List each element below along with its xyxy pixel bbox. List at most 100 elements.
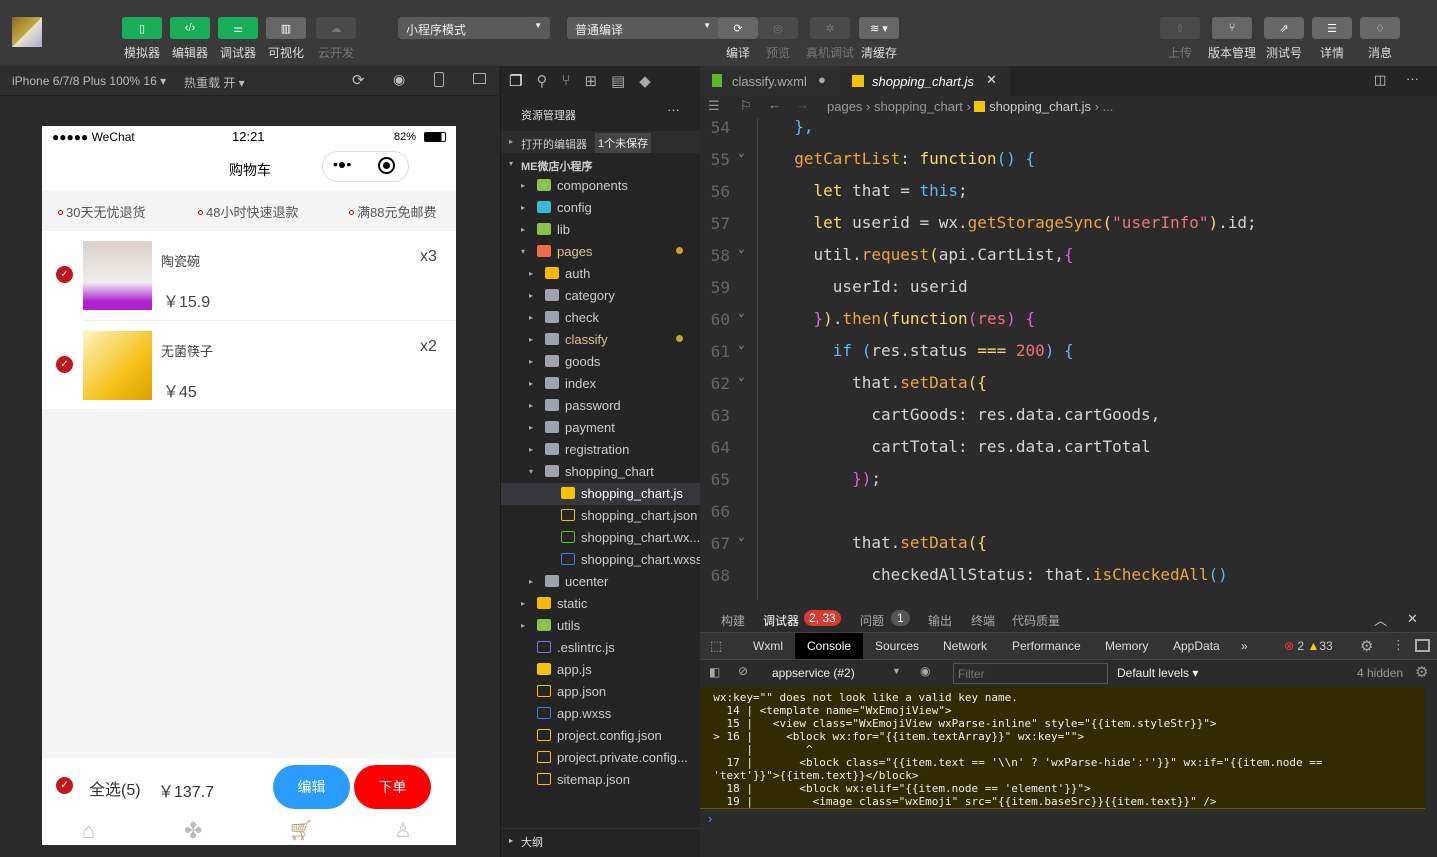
tree-item-pages[interactable]: ▾ pages: [501, 241, 701, 263]
devtools-tab[interactable]: Console: [795, 633, 864, 659]
消息-button[interactable]: ♢: [1360, 17, 1400, 39]
fold-chevron-icon[interactable]: ⌄: [738, 242, 745, 255]
fold-chevron-icon[interactable]: ⌄: [738, 146, 745, 159]
tree-item-shopping-chart-wx-[interactable]: shopping_chart.wx...: [501, 527, 701, 549]
levels-select[interactable]: Default levels ▾: [1117, 666, 1198, 680]
save-icon[interactable]: ▤: [611, 72, 625, 90]
capsule-menu[interactable]: •●•: [322, 151, 409, 182]
more-actions-icon[interactable]: ···: [667, 102, 680, 117]
forward-icon[interactable]: →: [796, 97, 809, 112]
上传-button[interactable]: ⇧: [1160, 17, 1200, 39]
bookmark-icon[interactable]: ⚐: [740, 98, 752, 114]
warning-count[interactable]: 33: [1319, 639, 1332, 653]
select-all-checkbox[interactable]: ✓: [56, 777, 73, 794]
devtools-tab[interactable]: »: [1241, 639, 1248, 653]
split-editor-icon[interactable]: ◫: [1374, 72, 1386, 88]
tree-item-classify[interactable]: ▸ classify: [501, 329, 701, 351]
panel-tab[interactable]: 输出: [928, 612, 952, 629]
测试号-button[interactable]: ⇗: [1264, 17, 1304, 39]
panel-tab[interactable]: 代码质量: [1012, 612, 1060, 629]
console-prompt[interactable]: ›: [708, 811, 712, 826]
tree-item-utils[interactable]: ▸ utils: [501, 615, 701, 637]
extensions-icon[interactable]: ⊞: [584, 72, 597, 90]
编译-button[interactable]: ⟳: [718, 17, 758, 39]
tree-item-app-wxss[interactable]: app.wxss: [501, 703, 701, 725]
tree-item-config[interactable]: ▸ config: [501, 197, 701, 219]
mode-select[interactable]: 小程序模式 ▼: [398, 17, 550, 39]
files-icon[interactable]: ❐: [509, 72, 522, 90]
fold-chevron-icon[interactable]: ⌄: [738, 370, 745, 383]
docker-icon[interactable]: ◆: [639, 72, 651, 90]
hot-reload-toggle[interactable]: 热重载 开 ▾: [184, 74, 245, 91]
code-area[interactable]: 54 }, 55 ⌄ getCartList: function() {56 let…: [700, 118, 1437, 600]
tree-item-shopping-chart-wxss[interactable]: shopping_chart.wxss: [501, 549, 701, 571]
project-root[interactable]: ▾ ME微店小程序: [501, 153, 701, 175]
outline-icon[interactable]: ☰: [708, 98, 720, 114]
devtools-tab[interactable]: Sources: [875, 639, 919, 653]
search-icon[interactable]: ⚲: [536, 72, 547, 90]
device-select[interactable]: iPhone 6/7/8 Plus 100% 16 ▾: [12, 74, 166, 88]
cart-item[interactable]: ✓ 无菌筷子 ￥45 x2: [42, 321, 456, 411]
crumb[interactable]: shopping_chart: [874, 99, 963, 114]
tree-item-check[interactable]: ▸ check: [501, 307, 701, 329]
tree-item-ucenter[interactable]: ▸ ucenter: [501, 571, 701, 593]
tree-item-payment[interactable]: ▸ payment: [501, 417, 701, 439]
device-icon[interactable]: [434, 72, 444, 87]
item-checkbox[interactable]: ✓: [56, 356, 73, 373]
maximize-panel-icon[interactable]: ︿: [1374, 610, 1387, 629]
close-panel-icon[interactable]: ✕: [1407, 611, 1418, 627]
home-tab-icon[interactable]: ⌂: [82, 818, 95, 844]
可视化-button[interactable]: ▥: [266, 17, 306, 39]
tree-item-auth[interactable]: ▸ auth: [501, 263, 701, 285]
settings-icon[interactable]: ⚙: [1360, 637, 1373, 655]
git-icon[interactable]: ⑂: [561, 72, 570, 90]
kebab-menu-icon[interactable]: ⋮: [1392, 637, 1405, 653]
more-icon[interactable]: •●•: [333, 156, 351, 172]
close-miniprogram-icon[interactable]: [378, 157, 395, 174]
tree-item-index[interactable]: ▸ index: [501, 373, 701, 395]
fold-chevron-icon[interactable]: ⌄: [738, 306, 745, 319]
clear-console-icon[interactable]: ⊘: [738, 664, 748, 678]
tree-item-sitemap-json[interactable]: sitemap.json: [501, 769, 701, 791]
error-count[interactable]: 2: [1297, 639, 1304, 653]
编辑器-button[interactable]: ‹/›: [170, 17, 210, 39]
compile-select[interactable]: 普通编译 ▼: [567, 17, 719, 39]
category-tab-icon[interactable]: ✤: [184, 818, 202, 844]
rotate-icon[interactable]: ⟳: [352, 71, 365, 89]
dock-icon[interactable]: [1415, 639, 1430, 652]
tree-item-registration[interactable]: ▸ registration: [501, 439, 701, 461]
devtools-tab[interactable]: Performance: [1012, 639, 1081, 653]
cart-tab-icon[interactable]: 🛒︎: [288, 818, 313, 843]
panel-tab[interactable]: 终端: [971, 612, 995, 629]
tree-item-shopping-chart-json[interactable]: shopping_chart.json: [501, 505, 701, 527]
tab-shopping-chart-js[interactable]: shopping_chart.js ✕: [840, 66, 1010, 96]
panel-tab[interactable]: 问题: [860, 612, 884, 629]
清缓存-button[interactable]: ≋ ▾: [859, 17, 899, 39]
project-avatar[interactable]: [12, 17, 42, 47]
真机调试-button[interactable]: ✲: [810, 17, 850, 39]
tree-item-app-json[interactable]: app.json: [501, 681, 701, 703]
order-button[interactable]: 下单: [354, 765, 431, 809]
devtools-tab[interactable]: Network: [943, 639, 987, 653]
tree-item-static[interactable]: ▸ static: [501, 593, 701, 615]
云开发-button[interactable]: ☁: [316, 17, 356, 39]
crumb[interactable]: shopping_chart.js: [989, 99, 1091, 114]
tree-item-lib[interactable]: ▸ lib: [501, 219, 701, 241]
item-checkbox[interactable]: ✓: [56, 266, 73, 283]
live-expression-icon[interactable]: ◉: [920, 664, 930, 678]
open-editors-section[interactable]: ▸ 打开的编辑器 1个未保存: [501, 131, 701, 153]
context-select[interactable]: appservice (#2): [772, 666, 855, 680]
detach-icon[interactable]: [473, 73, 486, 84]
close-tab-icon[interactable]: ✕: [986, 72, 997, 88]
crumb[interactable]: pages: [827, 99, 862, 114]
tree-item-components[interactable]: ▸ components: [501, 175, 701, 197]
tree-item-password[interactable]: ▸ password: [501, 395, 701, 417]
crumb[interactable]: ...: [1103, 99, 1114, 114]
inspect-icon[interactable]: ⬚: [710, 638, 722, 654]
tree-item-project-private-config-[interactable]: project.private.config...: [501, 747, 701, 769]
tree-item-shopping-chart-js[interactable]: shopping_chart.js: [501, 483, 701, 505]
模拟器-button[interactable]: ▯: [122, 17, 162, 39]
devtools-tab[interactable]: AppData: [1173, 639, 1220, 653]
filter-input[interactable]: [953, 663, 1108, 684]
product-image[interactable]: [83, 331, 152, 400]
